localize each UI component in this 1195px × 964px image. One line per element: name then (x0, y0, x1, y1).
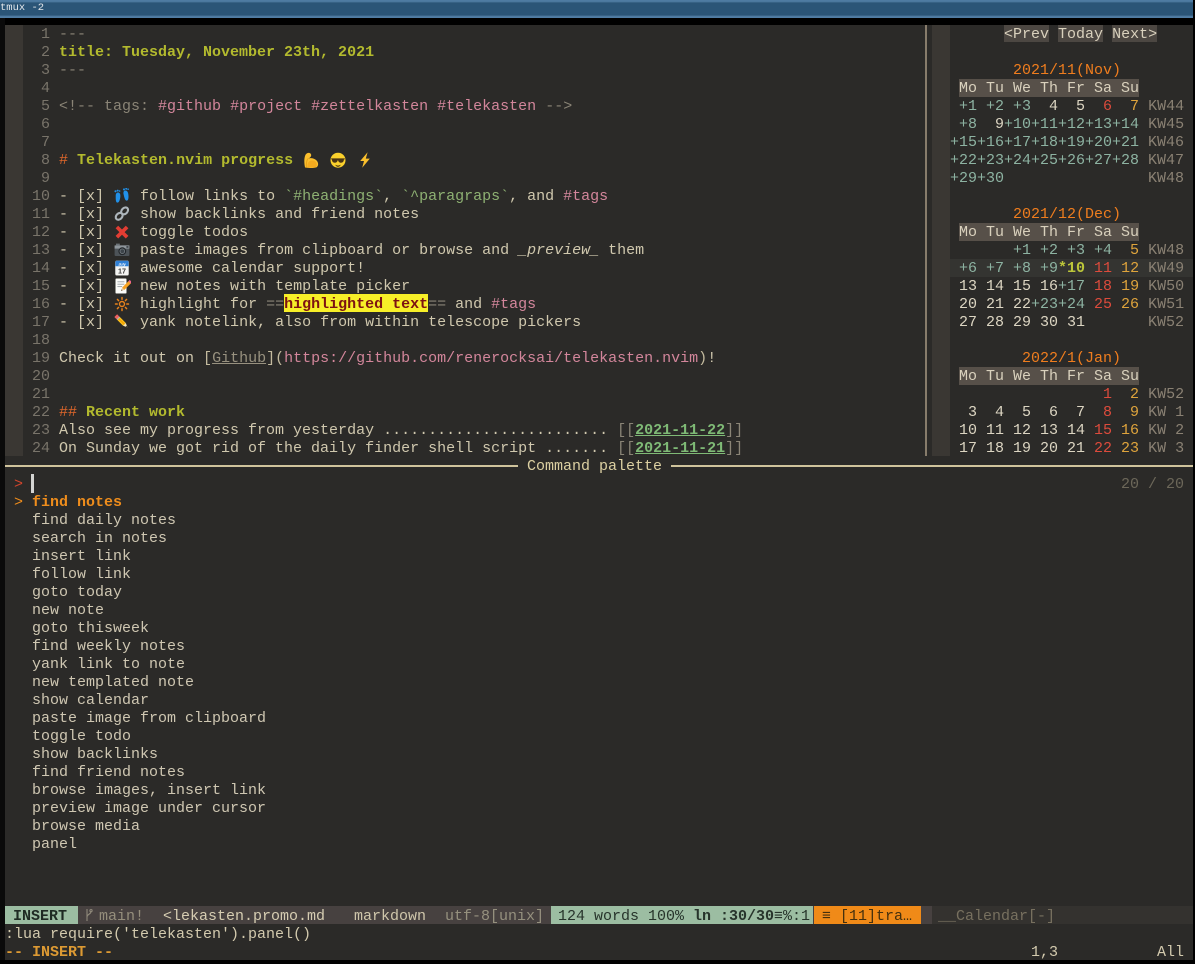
svg-text:17: 17 (118, 267, 126, 276)
